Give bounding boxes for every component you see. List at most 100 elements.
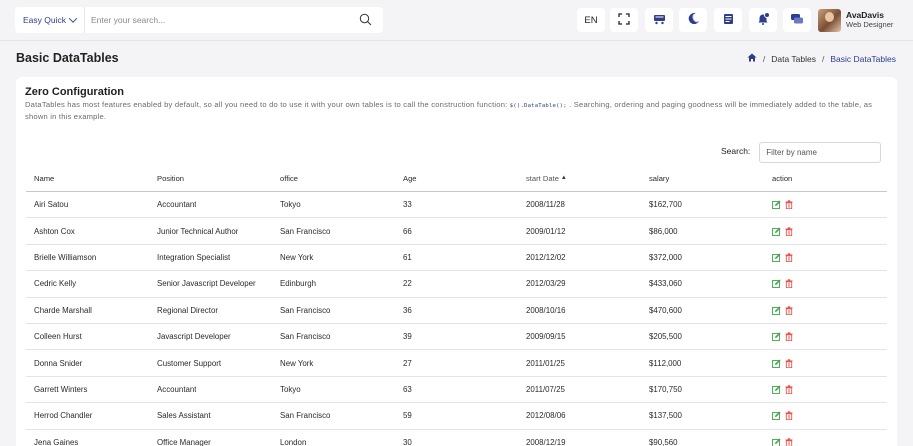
trash-icon[interactable] — [785, 358, 794, 368]
trash-icon[interactable] — [785, 332, 794, 342]
cell-position: Customer Support — [157, 358, 222, 368]
cell-start-date: 2009/01/12 — [526, 226, 566, 236]
cell-position: Sales Assistant — [157, 411, 211, 421]
cell-action — [772, 350, 872, 375]
column-header-salary[interactable]: salary — [649, 165, 764, 191]
column-header-position[interactable]: Position — [157, 165, 262, 191]
edit-icon[interactable] — [772, 438, 781, 446]
bookmark-button[interactable] — [714, 8, 742, 32]
edit-icon[interactable] — [772, 385, 781, 394]
trash-icon[interactable] — [785, 226, 794, 236]
cell-action — [772, 430, 872, 446]
cell-office: San Francisco — [280, 226, 331, 236]
filter-label: Search: — [721, 145, 751, 156]
cell-name: Ashton Cox — [34, 226, 75, 236]
cell-office: San Francisco — [280, 332, 331, 342]
search-icon[interactable] — [355, 9, 377, 31]
cell-start-date: 2011/01/25 — [526, 358, 565, 368]
cell-age: 33 — [403, 200, 412, 210]
cell-position: Junior Technical Author — [157, 226, 239, 236]
cart-button[interactable] — [645, 8, 673, 32]
cell-action — [772, 218, 872, 243]
table-row: Garrett Winters Accountant Tokyo 63 2011/07/… — [26, 377, 887, 404]
trash-icon[interactable] — [785, 385, 794, 394]
trash-icon[interactable] — [785, 279, 794, 289]
user-profile[interactable]: AvaDavis Web Designer — [818, 8, 893, 32]
cell-name: Cedric Kelly — [34, 279, 77, 289]
trash-icon[interactable] — [785, 253, 794, 262]
cell-age: 59 — [403, 411, 412, 421]
edit-icon[interactable] — [772, 253, 781, 262]
cell-name: Jena Gaines — [34, 437, 79, 446]
column-header-age[interactable]: Age — [403, 165, 518, 191]
filter-input[interactable] — [759, 142, 882, 163]
cell-age: 27 — [403, 358, 412, 368]
table-row: Charde Marshall Regional Director San Fran… — [26, 298, 887, 324]
dark-mode-toggle[interactable] — [679, 8, 707, 32]
cell-salary: $470,600 — [649, 305, 682, 315]
datatable-card: Zero Configuration DataTables has most f… — [16, 77, 897, 446]
cell-office: London — [280, 437, 307, 446]
column-header-office[interactable]: office — [280, 165, 395, 191]
card-title: Zero Configuration — [25, 86, 124, 98]
breadcrumb-data-tables[interactable]: Data Tables — [771, 54, 816, 64]
edit-icon[interactable] — [772, 411, 781, 421]
trash-icon[interactable] — [785, 306, 794, 315]
cell-salary: $90,560 — [649, 437, 678, 446]
cell-salary: $112,000 — [649, 358, 682, 368]
sort-ascending-icon: ▲ — [560, 175, 567, 181]
global-search-bar: Easy Quick — [15, 7, 383, 33]
column-header-start-date[interactable]: start Date ▲ — [526, 165, 641, 191]
edit-icon[interactable] — [772, 200, 781, 210]
easy-quick-label: Easy Quick — [23, 15, 66, 25]
cell-salary: $433,060 — [649, 279, 682, 289]
edit-icon[interactable] — [772, 306, 781, 315]
cell-age: 61 — [403, 252, 412, 262]
cell-start-date: 2008/12/19 — [526, 437, 566, 446]
breadcrumb: / Data Tables / Basic DataTables — [747, 53, 896, 64]
cell-age: 63 — [403, 384, 412, 394]
cell-office: New York — [280, 252, 314, 262]
notification-button[interactable] — [749, 8, 777, 32]
user-role: Web Designer — [846, 20, 894, 29]
table-body: Airi Satou Accountant Tokyo 33 2008/11/28 $16… — [26, 192, 887, 446]
cell-action — [772, 192, 872, 217]
cell-salary: $372,000 — [649, 252, 682, 262]
chat-button[interactable] — [783, 8, 811, 32]
trash-icon[interactable] — [785, 438, 794, 446]
easy-quick-dropdown[interactable]: Easy Quick — [15, 7, 85, 33]
edit-icon[interactable] — [772, 279, 781, 289]
cell-start-date: 2012/12/02 — [526, 252, 566, 262]
trash-icon[interactable] — [785, 411, 794, 421]
bookmark-icon — [723, 13, 734, 28]
user-name: AvaDavis — [846, 10, 884, 20]
cell-action — [772, 245, 872, 270]
cell-name: Garrett Winters — [34, 384, 88, 394]
chat-icon — [790, 13, 804, 28]
language-button[interactable]: EN — [577, 8, 605, 32]
cell-position: Accountant — [157, 200, 197, 210]
cell-name: Donna Snider — [34, 358, 83, 368]
fullscreen-button[interactable] — [610, 8, 638, 32]
cell-salary: $205,500 — [649, 332, 682, 342]
table-row: Airi Satou Accountant Tokyo 33 2008/11/28 $16… — [26, 192, 887, 219]
cell-position: Javascript Developer — [157, 332, 231, 342]
cell-position: Senior Javascript Developer — [157, 279, 256, 289]
edit-icon[interactable] — [772, 332, 781, 342]
cell-office: Tokyo — [280, 384, 301, 394]
cell-salary: $170,750 — [649, 384, 682, 394]
avatar — [818, 8, 841, 32]
fullscreen-icon — [618, 12, 630, 28]
table-row: Jena Gaines Office Manager London 30 2008/12… — [26, 430, 887, 446]
cart-icon — [653, 13, 666, 28]
cell-action — [772, 298, 872, 323]
cell-salary: $162,700 — [649, 200, 682, 210]
edit-icon[interactable] — [772, 359, 781, 368]
cell-office: Edinburgh — [280, 279, 316, 289]
trash-icon[interactable] — [785, 200, 794, 210]
edit-icon[interactable] — [772, 227, 781, 236]
home-icon[interactable] — [747, 53, 757, 64]
cell-position: Office Manager — [157, 437, 211, 446]
search-input[interactable] — [85, 7, 355, 33]
column-header-name[interactable]: Name — [34, 165, 149, 191]
